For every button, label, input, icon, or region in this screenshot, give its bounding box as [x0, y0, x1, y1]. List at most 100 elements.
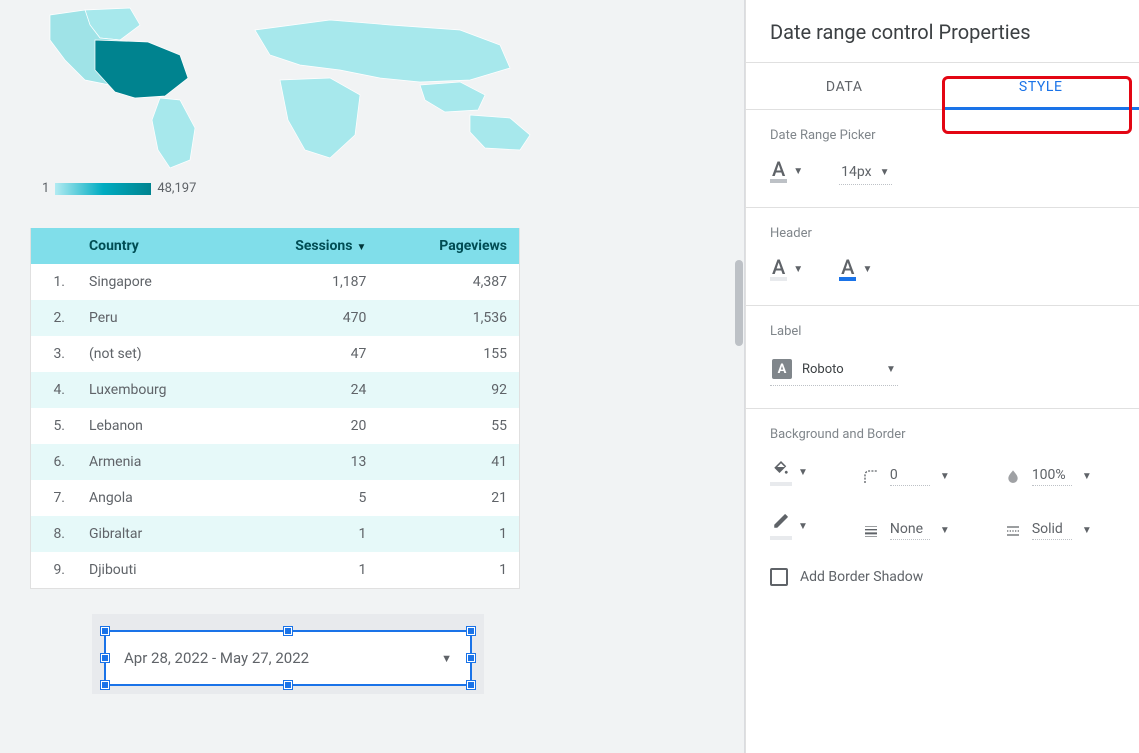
- line-weight-select[interactable]: None ▼: [862, 521, 950, 540]
- chevron-down-icon: ▼: [862, 264, 872, 275]
- table-row[interactable]: 6.Armenia1341: [31, 444, 519, 480]
- tab-data[interactable]: DATA: [746, 63, 943, 109]
- row-index: 6.: [31, 444, 77, 480]
- date-range-container[interactable]: Apr 28, 2022 - May 27, 2022 ▼: [92, 614, 484, 694]
- font-icon: A: [839, 257, 856, 281]
- cell-pageviews: 1,536: [378, 300, 519, 336]
- table-row[interactable]: 1.Singapore1,1874,387: [31, 264, 519, 300]
- col-sessions[interactable]: Sessions▼: [233, 228, 379, 264]
- line-weight-icon: [862, 522, 880, 540]
- chevron-down-icon: ▼: [940, 525, 950, 536]
- row-index: 3.: [31, 336, 77, 372]
- header-color-button[interactable]: A ▼: [839, 257, 872, 283]
- font-icon: A: [770, 257, 787, 281]
- section-title: Background and Border: [770, 427, 1115, 442]
- legend-gradient: [55, 183, 151, 195]
- row-index: 4.: [31, 372, 77, 408]
- chevron-down-icon: ▼: [793, 166, 803, 177]
- cell-sessions: 13: [233, 444, 379, 480]
- tab-style[interactable]: STYLE: [943, 63, 1139, 109]
- cell-sessions: 1,187: [233, 264, 379, 300]
- cell-country: Angola: [77, 480, 233, 516]
- pencil-icon: [770, 512, 792, 540]
- cell-country: (not set): [77, 336, 233, 372]
- date-range-control[interactable]: Apr 28, 2022 - May 27, 2022 ▼: [104, 630, 472, 686]
- font-family-select[interactable]: A Roboto ▼: [770, 355, 898, 386]
- row-index: 1.: [31, 264, 77, 300]
- chevron-down-icon: ▼: [880, 167, 890, 178]
- resize-handle[interactable]: [467, 654, 475, 662]
- tabs: DATA STYLE: [746, 63, 1139, 110]
- add-border-shadow-checkbox[interactable]: Add Border Shadow: [770, 568, 1115, 586]
- font-icon: A: [772, 359, 792, 379]
- cell-sessions: 24: [233, 372, 379, 408]
- resize-handle[interactable]: [284, 681, 292, 689]
- cell-country: Djibouti: [77, 552, 233, 588]
- cell-country: Singapore: [77, 264, 233, 300]
- opacity-icon: [1004, 468, 1022, 486]
- legend-max: 48,197: [157, 181, 196, 196]
- cell-pageviews: 41: [378, 444, 519, 480]
- report-canvas[interactable]: 1 48,197 Country Sessions▼ Pageviews 1.S…: [0, 0, 745, 753]
- scrollbar-thumb[interactable]: [735, 260, 743, 346]
- row-index: 7.: [31, 480, 77, 516]
- sort-desc-icon: ▼: [356, 242, 366, 253]
- table-row[interactable]: 5.Lebanon2055: [31, 408, 519, 444]
- chevron-down-icon: ▼: [1082, 525, 1092, 536]
- resize-handle[interactable]: [101, 681, 109, 689]
- cell-pageviews: 92: [378, 372, 519, 408]
- section-title: Label: [770, 324, 1115, 339]
- table-row[interactable]: 9.Djibouti11: [31, 552, 519, 588]
- chevron-down-icon: ▼: [886, 364, 896, 375]
- section-label: Label A Roboto ▼: [746, 306, 1139, 409]
- font-size-select[interactable]: 14px ▼: [839, 162, 891, 185]
- border-style-select[interactable]: Solid ▼: [1004, 521, 1092, 540]
- table-row[interactable]: 8.Gibraltar11: [31, 516, 519, 552]
- properties-panel: Date range control Properties DATA STYLE…: [745, 0, 1139, 753]
- col-country[interactable]: Country: [77, 228, 233, 264]
- resize-handle[interactable]: [101, 654, 109, 662]
- section-date-range-picker: Date Range Picker A ▼ 14px ▼: [746, 110, 1139, 208]
- cell-sessions: 470: [233, 300, 379, 336]
- section-title: Header: [770, 226, 1115, 241]
- cell-sessions: 1: [233, 516, 379, 552]
- border-radius-field[interactable]: 0 ▼: [862, 467, 950, 486]
- resize-handle[interactable]: [467, 681, 475, 689]
- col-pageviews[interactable]: Pageviews: [378, 228, 519, 264]
- cell-pageviews: 1: [378, 552, 519, 588]
- cell-sessions: 20: [233, 408, 379, 444]
- header-bgcolor-button[interactable]: A ▼: [770, 257, 803, 283]
- fill-color-button[interactable]: ▼: [770, 458, 808, 486]
- col-index[interactable]: [31, 228, 77, 264]
- chevron-down-icon: ▼: [798, 467, 808, 478]
- chevron-down-icon: ▼: [798, 521, 808, 532]
- resize-handle[interactable]: [101, 627, 109, 635]
- paint-bucket-icon: [770, 458, 792, 486]
- table-row[interactable]: 3.(not set)47155: [31, 336, 519, 372]
- border-style-icon: [1004, 522, 1022, 540]
- world-map-svg: [30, 0, 540, 175]
- chevron-down-icon: ▼: [940, 471, 950, 482]
- cell-pageviews: 4,387: [378, 264, 519, 300]
- table-row[interactable]: 4.Luxembourg2492: [31, 372, 519, 408]
- opacity-field[interactable]: 100% ▼: [1004, 467, 1092, 486]
- font-icon: A: [770, 159, 787, 183]
- table-row[interactable]: 7.Angola521: [31, 480, 519, 516]
- border-color-button[interactable]: ▼: [770, 512, 808, 540]
- cell-country: Gibraltar: [77, 516, 233, 552]
- cell-sessions: 1: [233, 552, 379, 588]
- row-index: 8.: [31, 516, 77, 552]
- resize-handle[interactable]: [284, 627, 292, 635]
- cell-country: Luxembourg: [77, 372, 233, 408]
- table-row[interactable]: 2.Peru4701,536: [31, 300, 519, 336]
- cell-sessions: 47: [233, 336, 379, 372]
- row-index: 2.: [31, 300, 77, 336]
- cell-pageviews: 21: [378, 480, 519, 516]
- cell-country: Armenia: [77, 444, 233, 480]
- resize-handle[interactable]: [467, 627, 475, 635]
- country-table[interactable]: Country Sessions▼ Pageviews 1.Singapore1…: [30, 228, 520, 589]
- cell-pageviews: 155: [378, 336, 519, 372]
- geo-map[interactable]: 1 48,197: [30, 0, 540, 200]
- cell-pageviews: 55: [378, 408, 519, 444]
- font-color-button[interactable]: A ▼: [770, 159, 803, 185]
